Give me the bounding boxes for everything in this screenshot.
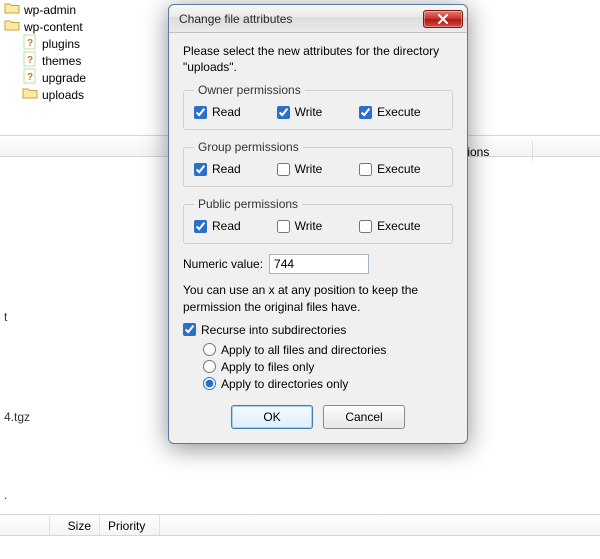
apply-files-label: Apply to files only: [221, 360, 314, 374]
tree-item-label: themes: [42, 53, 81, 70]
permission-note: You can use an x at any position to keep…: [183, 282, 453, 314]
group-legend: Group permissions: [194, 140, 303, 154]
group-permissions-group: Group permissions Read Write Execute: [183, 140, 453, 187]
group-write-checkbox[interactable]: [277, 163, 290, 176]
owner-execute-label: Execute: [377, 105, 420, 119]
folder-icon: [4, 18, 20, 37]
group-execute-checkbox[interactable]: [359, 163, 372, 176]
list-row-fragment: t: [4, 310, 7, 324]
owner-read-checkbox[interactable]: [194, 106, 207, 119]
public-write-label: Write: [295, 219, 323, 233]
close-icon: [437, 14, 449, 24]
apply-scope-group: Apply to all files and directories Apply…: [183, 343, 453, 391]
public-execute-checkbox[interactable]: [359, 220, 372, 233]
owner-write-checkbox[interactable]: [277, 106, 290, 119]
list-row-fragment: 4.tgz: [4, 410, 30, 424]
svg-text:?: ?: [27, 38, 33, 49]
apply-dirs-label: Apply to directories only: [221, 377, 348, 391]
recurse-label: Recurse into subdirectories: [201, 323, 346, 337]
tree-item-label: wp-admin: [24, 2, 76, 19]
tree-item-label: plugins: [42, 36, 80, 53]
numeric-value-input[interactable]: [269, 254, 369, 274]
group-write-label: Write: [295, 162, 323, 176]
public-write-checkbox[interactable]: [277, 220, 290, 233]
public-legend: Public permissions: [194, 197, 302, 211]
tree-item-label: upgrade: [42, 70, 86, 87]
owner-read-label: Read: [212, 105, 241, 119]
folder-icon: [22, 86, 38, 105]
change-attributes-dialog: Change file attributes Please select the…: [168, 4, 468, 444]
cancel-button[interactable]: Cancel: [323, 405, 405, 429]
owner-permissions-group: Owner permissions Read Write Execute: [183, 83, 453, 130]
owner-execute-checkbox[interactable]: [359, 106, 372, 119]
group-read-label: Read: [212, 162, 241, 176]
numeric-value-label: Numeric value:: [183, 257, 263, 271]
public-read-checkbox[interactable]: [194, 220, 207, 233]
public-permissions-group: Public permissions Read Write Execute: [183, 197, 453, 244]
group-read-checkbox[interactable]: [194, 163, 207, 176]
apply-dirs-radio[interactable]: [203, 377, 216, 390]
close-button[interactable]: [423, 10, 463, 28]
svg-text:?: ?: [27, 72, 33, 83]
apply-all-label: Apply to all files and directories: [221, 343, 386, 357]
recurse-checkbox[interactable]: [183, 323, 196, 336]
column-size: Size: [50, 515, 100, 535]
apply-all-radio[interactable]: [203, 343, 216, 356]
dialog-titlebar[interactable]: Change file attributes: [169, 5, 467, 33]
public-read-label: Read: [212, 219, 241, 233]
svg-text:?: ?: [27, 55, 33, 66]
public-execute-label: Execute: [377, 219, 420, 233]
ok-button[interactable]: OK: [231, 405, 313, 429]
tree-item-label: uploads: [42, 87, 84, 104]
dialog-title: Change file attributes: [179, 12, 423, 26]
group-execute-label: Execute: [377, 162, 420, 176]
queue-column-headers: Size Priority: [0, 514, 600, 536]
column-priority: Priority: [100, 515, 160, 535]
owner-write-label: Write: [295, 105, 323, 119]
dialog-intro: Please select the new attributes for the…: [183, 43, 453, 75]
owner-legend: Owner permissions: [194, 83, 305, 97]
apply-files-radio[interactable]: [203, 360, 216, 373]
list-row-fragment: .: [4, 488, 7, 502]
